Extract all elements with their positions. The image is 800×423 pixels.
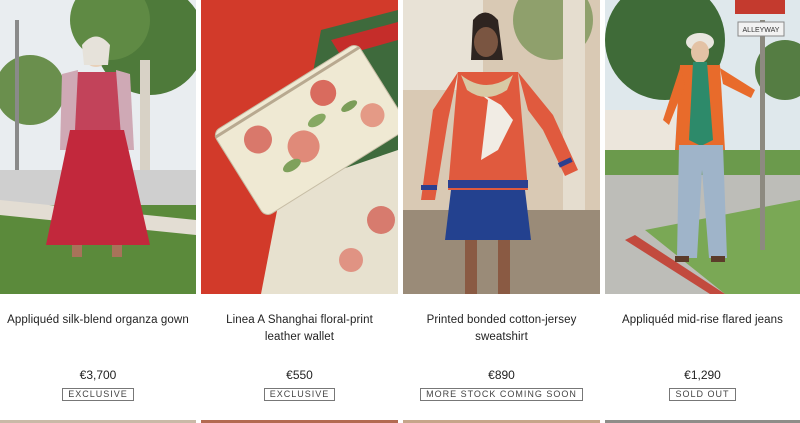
product-price: €890 xyxy=(488,368,515,382)
product-card[interactable]: Linea A Shanghai floral-print leather wa… xyxy=(201,0,398,423)
stock-status-badge: MORE STOCK COMING SOON xyxy=(420,388,583,401)
product-title[interactable]: Linea A Shanghai floral-print leather wa… xyxy=(207,312,392,346)
product-card[interactable]: Appliquéd silk-blend organza gown €3,700… xyxy=(0,0,196,423)
exclusive-badge: EXCLUSIVE xyxy=(263,388,336,401)
product-image[interactable]: ALLEYWAY xyxy=(605,0,800,294)
product-card[interactable]: ALLEYWAY Appliquéd mid-rise flared jeans… xyxy=(605,0,800,423)
product-image[interactable] xyxy=(201,0,398,294)
street-sign-text: ALLEYWAY xyxy=(743,27,780,34)
exclusive-badge: EXCLUSIVE xyxy=(62,388,134,401)
model-flared-jeans-photo: ALLEYWAY xyxy=(605,0,800,294)
product-price: €1,290 xyxy=(684,368,721,382)
product-title[interactable]: Appliquéd silk-blend organza gown xyxy=(6,312,190,329)
model-red-gown-photo xyxy=(0,0,196,294)
product-card[interactable]: Printed bonded cotton-jersey sweatshirt … xyxy=(403,0,600,423)
product-price: €550 xyxy=(286,368,313,382)
floral-wallet-photo xyxy=(201,0,398,294)
product-title[interactable]: Printed bonded cotton-jersey sweatshirt xyxy=(409,312,594,346)
product-image[interactable] xyxy=(0,0,196,294)
model-crane-sweatshirt-photo xyxy=(403,0,600,294)
product-title[interactable]: Appliquéd mid-rise flared jeans xyxy=(611,312,794,329)
product-price: €3,700 xyxy=(79,368,117,382)
sold-out-badge: SOLD OUT xyxy=(669,388,736,401)
product-image[interactable] xyxy=(403,0,600,294)
product-grid: Appliquéd silk-blend organza gown €3,700… xyxy=(0,0,800,423)
